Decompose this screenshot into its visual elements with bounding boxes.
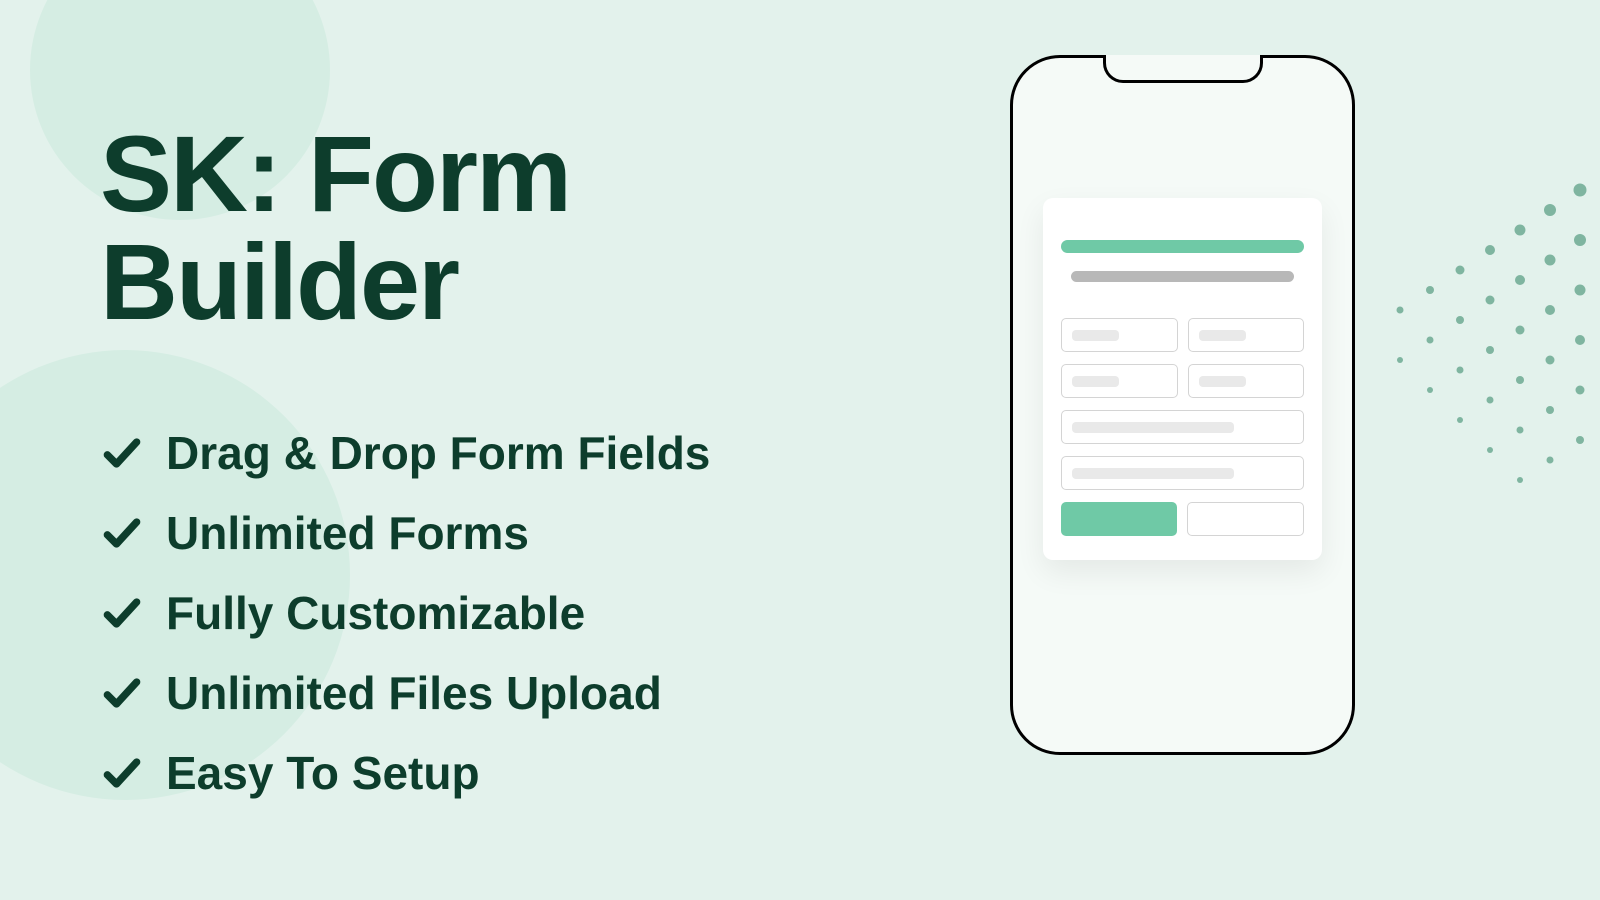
page-title: SK: Form Builder (100, 120, 950, 336)
form-field-placeholder (1061, 456, 1304, 490)
check-icon (100, 671, 144, 715)
check-icon (100, 591, 144, 635)
feature-item: Unlimited Files Upload (100, 666, 950, 720)
form-title-placeholder (1061, 240, 1304, 253)
feature-list: Drag & Drop Form Fields Unlimited Forms … (100, 426, 950, 800)
form-card (1043, 198, 1322, 560)
feature-item: Drag & Drop Form Fields (100, 426, 950, 480)
feature-label: Unlimited Forms (166, 506, 529, 560)
feature-label: Drag & Drop Form Fields (166, 426, 710, 480)
form-field-placeholder (1188, 318, 1305, 352)
check-icon (100, 511, 144, 555)
form-field-placeholder (1061, 364, 1178, 398)
form-field-placeholder (1061, 318, 1178, 352)
submit-button-placeholder (1061, 502, 1177, 536)
feature-item: Fully Customizable (100, 586, 950, 640)
form-subtitle-placeholder (1071, 271, 1294, 282)
feature-item: Easy To Setup (100, 746, 950, 800)
phone-notch (1103, 55, 1263, 83)
check-icon (100, 431, 144, 475)
feature-label: Easy To Setup (166, 746, 480, 800)
form-field-placeholder (1061, 410, 1304, 444)
form-field-placeholder (1188, 364, 1305, 398)
feature-label: Unlimited Files Upload (166, 666, 662, 720)
check-icon (100, 751, 144, 795)
secondary-button-placeholder (1187, 502, 1305, 536)
feature-label: Fully Customizable (166, 586, 585, 640)
phone-mockup (1010, 55, 1355, 755)
feature-item: Unlimited Forms (100, 506, 950, 560)
